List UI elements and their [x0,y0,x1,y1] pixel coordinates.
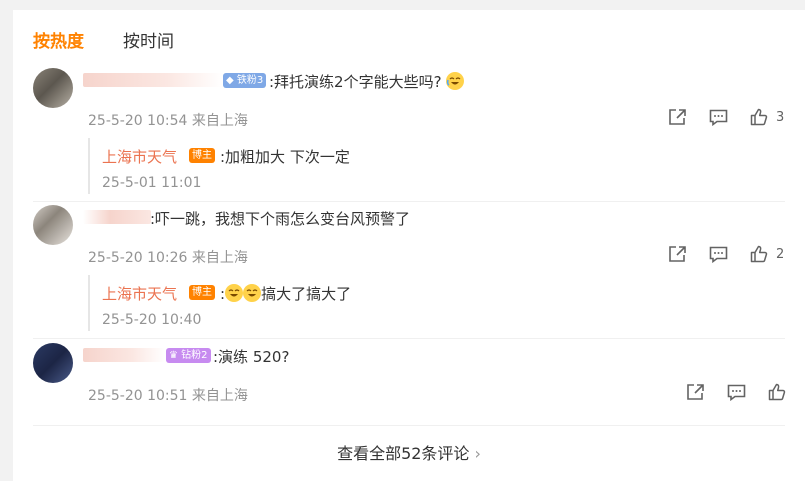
tab-hot[interactable]: 按热度 [33,27,84,52]
reply-meta: 25-5-01 11:01 [102,175,202,191]
share-button[interactable] [668,108,687,126]
reply-block: 上海市天气 博主 : 搞大了搞大了 25-5-20 10:40 [88,275,768,331]
comment-icon [709,246,728,263]
comment-meta: 25-5-20 10:51 来自上海 [88,388,248,404]
comment-meta: 25-5-20 10:54 来自上海 [88,113,248,129]
share-icon [669,109,686,125]
reply-meta: 25-5-20 10:40 [102,312,202,328]
host-badge: 博主 [189,285,215,300]
reply-author-name[interactable]: 上海市天气 [102,146,177,167]
view-all-comments-link[interactable]: 查看全部52条评论 › [337,444,481,463]
reply-text: :加粗加大 下次一定 [220,148,350,166]
comment-actions: 2 [668,245,784,263]
thumbs-up-icon [750,245,768,263]
like-count: 3 [776,109,785,125]
comment-button[interactable] [709,109,728,126]
username-blurred[interactable] [83,210,151,224]
view-all-comments: 查看全部52条评论 › [13,440,805,464]
comment-icon [727,384,746,401]
username-blurred[interactable] [83,348,165,362]
comments-panel: 按热度 按时间 ◆ 铁粉3 :拜托演练2个字能大些吗? 25-5-20 10:5… [13,10,805,481]
avatar[interactable] [33,343,73,383]
comment-icon [709,109,728,126]
like-button[interactable]: 2 [750,245,784,263]
share-button[interactable] [686,383,705,401]
reply-author-name[interactable]: 上海市天气 [102,283,177,304]
comment-actions [686,383,786,401]
share-icon [687,384,704,400]
avatar[interactable] [33,205,73,245]
laugh-cry-emoji-icon [446,72,465,90]
divider [33,425,785,426]
thumbs-up-icon [768,383,786,401]
avatar[interactable] [33,68,73,108]
laugh-emoji-icon [225,284,244,302]
comment-text: :演练 520? [213,348,290,366]
host-badge: 博主 [189,148,215,163]
reply-block: 上海市天气 博主 :加粗加大 下次一定 25-5-01 11:01 [88,138,768,194]
comment-actions: 3 [668,108,784,126]
fan-badge: ◆ 铁粉3 [223,73,267,88]
thumbs-up-icon [750,108,768,126]
comment-text: :吓一跳，我想下个雨怎么变台风预警了 [150,210,411,228]
comment-button[interactable] [709,246,728,263]
tab-time[interactable]: 按时间 [123,27,174,52]
reply-text: : 搞大了搞大了 [220,284,352,303]
divider [33,201,785,202]
like-button[interactable]: 3 [750,108,784,126]
laugh-emoji-icon [243,284,262,302]
comment-meta: 25-5-20 10:26 来自上海 [88,250,248,266]
chevron-right-icon: › [474,444,481,463]
like-count: 2 [776,246,785,262]
comment-text: :拜托演练2个字能大些吗? [269,71,465,92]
divider [33,338,785,339]
comment-button[interactable] [727,384,746,401]
like-button[interactable] [768,383,786,401]
share-button[interactable] [668,245,687,263]
fan-badge: ♛ 钻粉2 [166,348,211,363]
username-blurred[interactable] [83,73,223,87]
share-icon [669,246,686,262]
